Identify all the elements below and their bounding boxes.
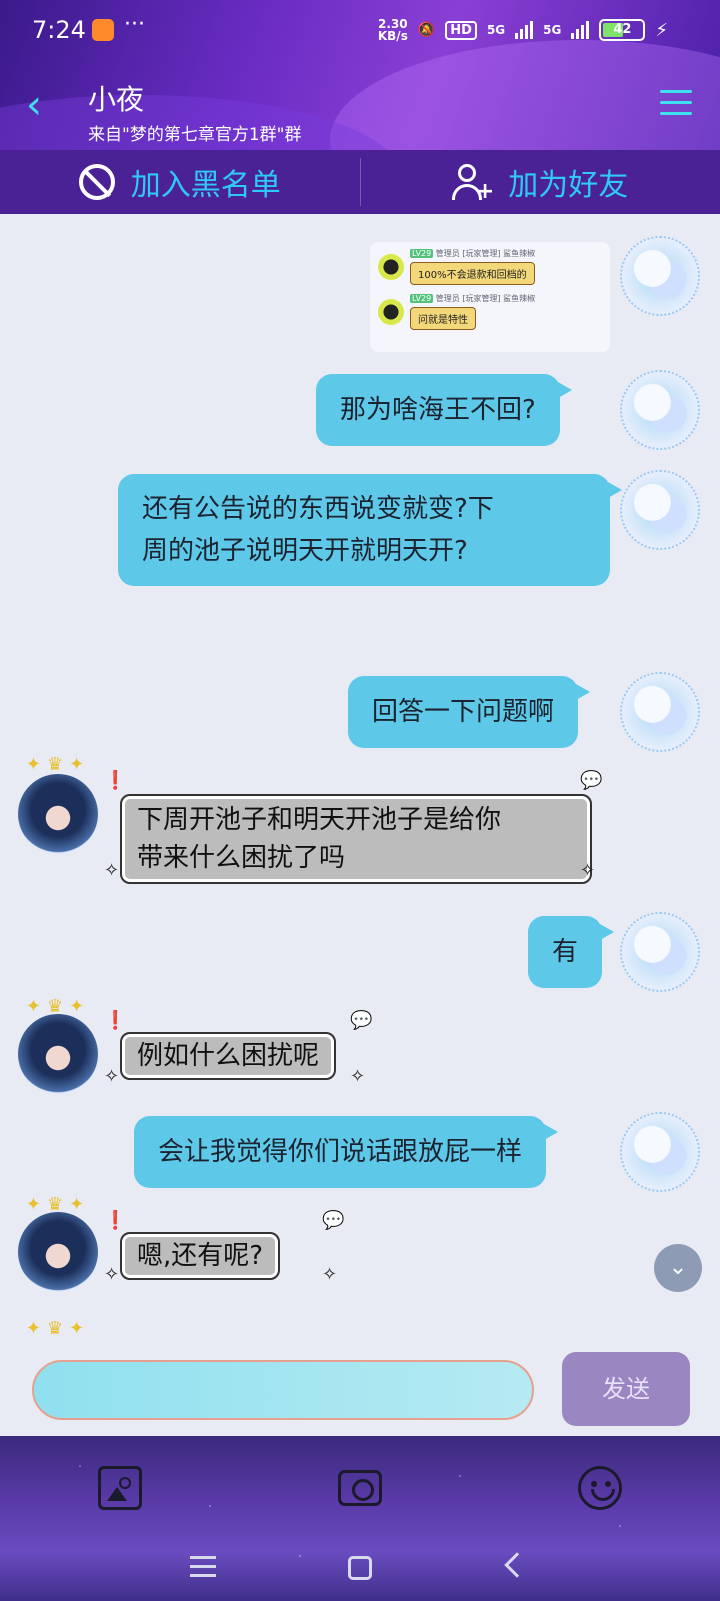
contact-message-bubble[interactable]: 嗯,还有呢? [119, 1232, 281, 1280]
status-indicators: 2.30 KB/s 🔕 HD 5G 5G 42 ⚡ [378, 18, 668, 42]
contact-message-bubble[interactable]: 下周开池子和明天开池子是给你 带来什么困扰了吗 [120, 794, 592, 884]
message-text: 有 [552, 937, 579, 967]
my-avatar[interactable] [620, 912, 700, 992]
image-message[interactable]: LV29 管理员 [玩家管理] 鲨鱼辣椒 100%不会退款和回档的 LV29 管… [370, 242, 610, 352]
contact-avatar[interactable] [18, 1212, 98, 1292]
more-notifications-icon: ··· [124, 12, 145, 37]
message-input[interactable] [32, 1360, 534, 1420]
app-notification-icon [92, 19, 114, 41]
scroll-to-bottom-button[interactable]: ⌄ [654, 1244, 702, 1292]
hamburger-icon [660, 90, 692, 115]
crown-decoration: ✦♛✦ [25, 754, 91, 775]
my-avatar[interactable] [620, 470, 700, 550]
role-tags: 管理员 [玩家管理] 鲨鱼辣椒 [435, 249, 536, 258]
send-button[interactable]: 发送 [562, 1352, 690, 1426]
chat-icon: 💬 [580, 770, 603, 791]
my-avatar[interactable] [620, 236, 700, 316]
add-friend-label: 加为好友 [508, 168, 629, 203]
user-plus-icon: + [452, 164, 494, 204]
avatar [378, 253, 404, 280]
smiley-icon[interactable] [578, 1466, 622, 1510]
message-text-line: 还有公告说的东西说变就变?下 [142, 494, 494, 524]
contact-name: 小夜 [88, 83, 145, 116]
back-button[interactable]: ‹ [26, 85, 56, 125]
network-speed-unit: KB/s [377, 29, 408, 43]
crown-decoration: ✦♛✦ [25, 1318, 91, 1339]
exclamation-icon: ❗ [104, 1010, 127, 1031]
recent-apps-button[interactable] [190, 1556, 216, 1583]
network-speed: 2.30 KB/s [378, 18, 408, 42]
add-friend-button[interactable]: + 加为好友 [361, 150, 720, 214]
chat-icon: 💬 [322, 1210, 345, 1231]
my-message-bubble[interactable]: 回答一下问题啊 [348, 676, 591, 748]
hd-icon: HD [445, 20, 477, 40]
image-message-row: LV29 管理员 [玩家管理] 鲨鱼辣椒 问就是特性 [378, 293, 602, 330]
mute-bell-icon: 🔕 [417, 22, 436, 38]
signal-1-label: 5G [486, 23, 506, 37]
message-text: 回答一下问题啊 [372, 697, 555, 727]
message-text: 那为啥海王不回? [340, 395, 536, 425]
my-message-bubble[interactable]: 还有公告说的东西说变就变?下 周的池子说明天开就明天开? [118, 474, 622, 586]
sparkle-icon: ✧ [350, 1066, 366, 1087]
image-message-row: LV29 管理员 [玩家管理] 鲨鱼辣椒 100%不会退款和回档的 [378, 248, 602, 285]
message-text: 例如什么困扰呢 [137, 1041, 320, 1071]
home-button[interactable] [348, 1556, 372, 1580]
avatar [378, 298, 404, 325]
battery-icon: 42 [599, 19, 646, 41]
add-to-blacklist-button[interactable]: 加入黑名单 [0, 150, 360, 214]
my-message-bubble[interactable]: 有 [528, 916, 615, 988]
my-avatar[interactable] [620, 672, 700, 752]
exclamation-icon: ❗ [104, 770, 127, 791]
message-text-line: 带来什么困扰了吗 [137, 843, 346, 873]
contact-avatar[interactable] [18, 1014, 98, 1094]
sparkle-icon: ✧ [322, 1264, 338, 1285]
sparkle-icon: ✧ [104, 860, 120, 881]
charging-icon: ⚡ [655, 19, 668, 41]
chat-header: 7:24 ··· 2.30 KB/s 🔕 HD 5G 5G 42 ⚡ ‹ 小夜 … [0, 0, 720, 150]
contact-source: 来自"梦的第七章官方1群"群 [88, 125, 302, 145]
quoted-bubble: 100%不会退款和回档的 [410, 262, 535, 285]
signal-2-label: 5G [543, 23, 562, 37]
message-text: 嗯,还有呢? [137, 1241, 264, 1271]
my-message-bubble[interactable]: 那为啥海王不回? [316, 374, 572, 446]
my-avatar[interactable] [620, 1112, 700, 1192]
exclamation-icon: ❗ [104, 1210, 127, 1231]
status-bar: 7:24 ··· 2.30 KB/s 🔕 HD 5G 5G 42 ⚡ [0, 0, 720, 62]
signal-2-icon [571, 21, 590, 39]
level-badge: LV29 [410, 249, 434, 258]
signal-1-icon [515, 21, 534, 39]
status-time: 7:24 [32, 16, 86, 44]
quoted-bubble: 问就是特性 [410, 307, 476, 330]
block-icon [78, 164, 115, 200]
level-badge: LV29 [410, 294, 434, 303]
chevron-down-icon: ⌄ [668, 1255, 688, 1280]
message-text-line: 周的池子说明天开就明天开? [142, 536, 468, 566]
my-message-bubble[interactable]: 会让我觉得你们说话跟放屁一样 [134, 1116, 559, 1188]
message-text: 会让我觉得你们说话跟放屁一样 [158, 1137, 523, 1167]
message-input-bar: 发送 [0, 1340, 720, 1436]
chat-icon: 💬 [350, 1010, 373, 1031]
contact-avatar[interactable] [18, 774, 98, 854]
add-to-blacklist-label: 加入黑名单 [130, 168, 281, 203]
image-icon[interactable] [98, 1466, 142, 1510]
message-text-line: 下周开池子和明天开池子是给你 [137, 805, 502, 835]
camera-icon[interactable] [338, 1470, 382, 1506]
role-tags: 管理员 [玩家管理] 鲨鱼辣椒 [435, 294, 536, 303]
contact-message-bubble[interactable]: 例如什么困扰呢 [119, 1032, 337, 1080]
sparkle-icon: ✧ [104, 1264, 120, 1285]
battery-level: 42 [613, 22, 632, 37]
action-bar: 加入黑名单 + 加为好友 [0, 150, 720, 214]
sparkle-icon: ✧ [580, 860, 596, 881]
my-avatar[interactable] [620, 370, 700, 450]
chevron-left-icon: ‹ [26, 82, 42, 128]
sparkle-icon: ✧ [104, 1066, 120, 1087]
chat-message-list[interactable]: LV29 管理员 [玩家管理] 鲨鱼辣椒 100%不会退款和回档的 LV29 管… [0, 214, 720, 1340]
menu-button[interactable] [660, 90, 692, 123]
